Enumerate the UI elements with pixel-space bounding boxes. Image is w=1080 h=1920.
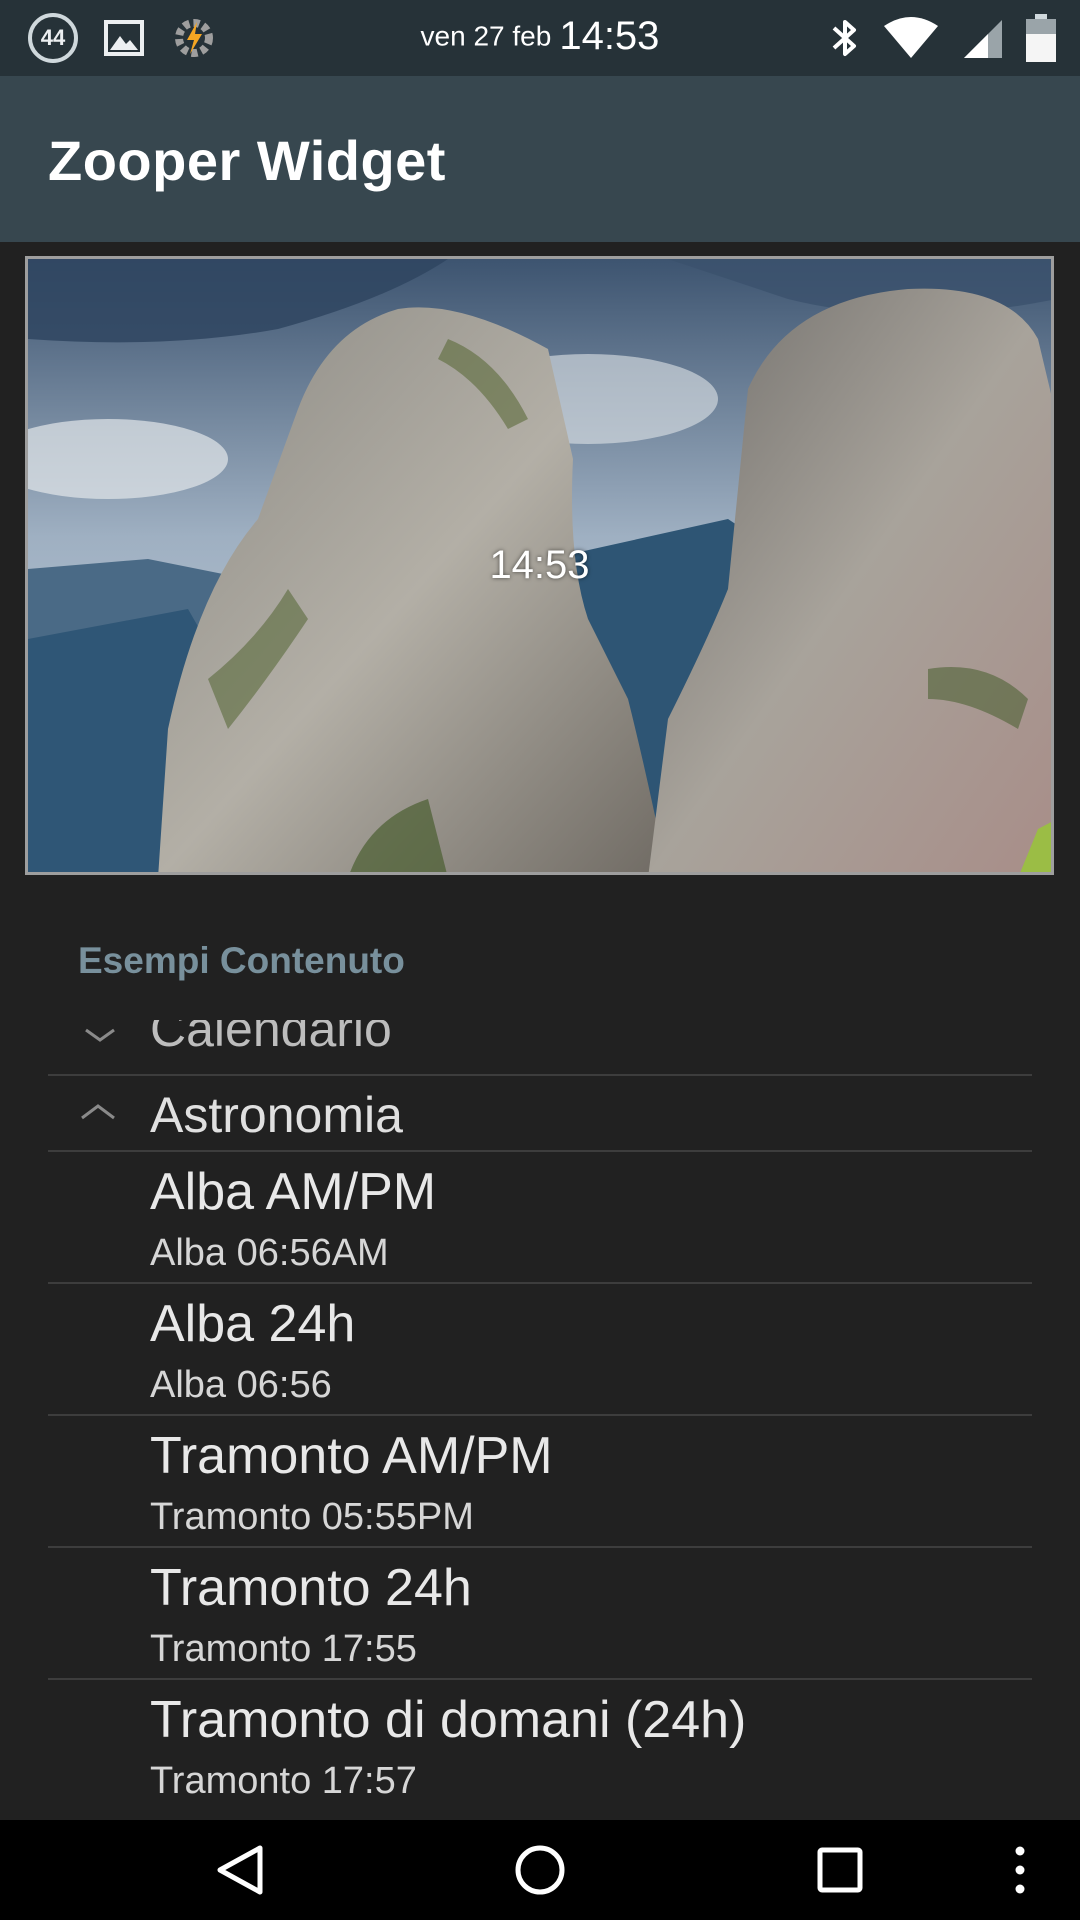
- section-title: Esempi Contenuto: [78, 940, 405, 981]
- list-item-subtitle: Alba 06:56: [150, 1364, 332, 1406]
- recents-button[interactable]: [780, 1820, 900, 1920]
- overflow-menu-button[interactable]: [960, 1820, 1080, 1920]
- status-bar: 44 ven 27 feb 14:53: [0, 0, 1080, 76]
- app-title: Zooper Widget: [48, 129, 446, 192]
- list-item-tramonto-24h[interactable]: Tramonto 24h Tramonto 17:55: [48, 1548, 1032, 1680]
- list-item-subtitle: Tramonto 17:57: [150, 1760, 417, 1802]
- back-triangle-icon: [217, 1845, 263, 1895]
- list-item-alba-24h[interactable]: Alba 24h Alba 06:56: [48, 1284, 1032, 1416]
- list-item-title: Tramonto di domani (24h): [150, 1691, 747, 1749]
- list-item-tramonto-domani[interactable]: Tramonto di domani (24h) Tramonto 17:57: [48, 1680, 1032, 1812]
- cell-signal-icon: [964, 20, 1002, 58]
- list-item-title: Tramonto AM/PM: [150, 1427, 553, 1485]
- group-header-calendario[interactable]: Calendario: [48, 1020, 1032, 1076]
- status-date: ven 27 feb: [420, 20, 552, 52]
- list-item-alba-ampm[interactable]: Alba AM/PM Alba 06:56AM: [48, 1152, 1032, 1284]
- list-item-title: Alba 24h: [150, 1295, 356, 1353]
- group-label: Astronomia: [150, 1087, 403, 1143]
- bluetooth-icon: [832, 20, 856, 56]
- status-bar-system-icons: [830, 12, 1056, 64]
- back-button[interactable]: [180, 1820, 300, 1920]
- status-time: 14:53: [559, 14, 660, 58]
- chevron-up-icon: [81, 1104, 115, 1120]
- chevron-down-icon: [85, 1028, 115, 1042]
- content-examples-list[interactable]: Calendario Astronomia Alba AM/PM Alba 06…: [48, 1020, 1032, 1820]
- recents-square-icon: [817, 1847, 863, 1893]
- list-item-subtitle: Alba 06:56AM: [150, 1232, 389, 1274]
- list-item-title: Alba AM/PM: [150, 1163, 437, 1221]
- battery-icon: [1026, 14, 1056, 62]
- list-item-title: Tramonto 24h: [150, 1559, 472, 1617]
- group-label: Calendario: [150, 1020, 392, 1057]
- preview-clock-text: 14:53: [489, 543, 590, 587]
- list-item-subtitle: Tramonto 17:55: [150, 1628, 417, 1670]
- group-header-astronomia[interactable]: Astronomia: [48, 1076, 1032, 1152]
- navigation-bar: [0, 1820, 1080, 1920]
- list-item-subtitle: Tramonto 05:55PM: [150, 1496, 474, 1538]
- more-vert-icon: [1015, 1846, 1025, 1894]
- widget-preview[interactable]: 14:53: [25, 256, 1054, 875]
- home-button[interactable]: [480, 1820, 600, 1920]
- wifi-icon: [884, 17, 938, 58]
- home-circle-icon: [515, 1845, 565, 1895]
- list-item-tramonto-ampm[interactable]: Tramonto AM/PM Tramonto 05:55PM: [48, 1416, 1032, 1548]
- app-bar: Zooper Widget: [0, 76, 1080, 242]
